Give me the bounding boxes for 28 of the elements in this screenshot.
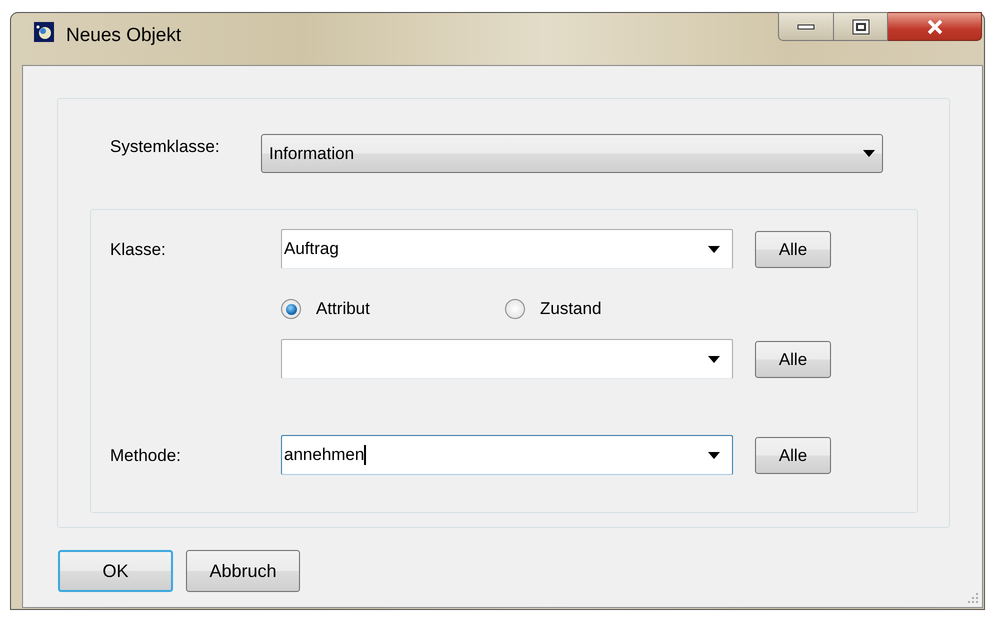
dialog-button[interactable]: Abbruch: [186, 550, 300, 592]
dropdown-arrow-icon: [708, 452, 720, 458]
radio-label: Zustand: [540, 298, 602, 320]
alle-button[interactable]: Alle: [755, 437, 831, 474]
minimize-icon: [797, 24, 815, 30]
radio-button[interactable]: [281, 299, 301, 319]
methode-dropdown[interactable]: annehmen: [281, 435, 733, 475]
app-icon: [34, 22, 54, 42]
alle-button[interactable]: Alle: [755, 231, 831, 268]
window-title: Neues Objekt: [66, 24, 182, 48]
resize-grip-icon: [967, 592, 979, 604]
field-label: Klasse:: [110, 239, 167, 261]
systemklasse-dropdown[interactable]: Information: [261, 134, 883, 173]
radio-button[interactable]: [505, 299, 525, 319]
dialog-button[interactable]: OK: [58, 550, 173, 592]
field-label: Systemklasse:: [109, 136, 221, 158]
field-label: Methode:: [110, 445, 182, 467]
maximize-icon: [852, 18, 870, 34]
alle-button[interactable]: Alle: [755, 341, 831, 378]
close-icon: [926, 18, 944, 34]
klasse-dropdown[interactable]: Auftrag: [281, 229, 733, 269]
maximize-button[interactable]: [834, 12, 888, 41]
close-button[interactable]: [888, 12, 982, 41]
dropdown-arrow-icon: [708, 246, 720, 252]
dropdown-arrow-icon: [708, 356, 720, 362]
dropdown-arrow-icon: [863, 150, 875, 157]
minimize-button[interactable]: [778, 12, 834, 41]
radio-label: Attribut: [316, 298, 370, 320]
